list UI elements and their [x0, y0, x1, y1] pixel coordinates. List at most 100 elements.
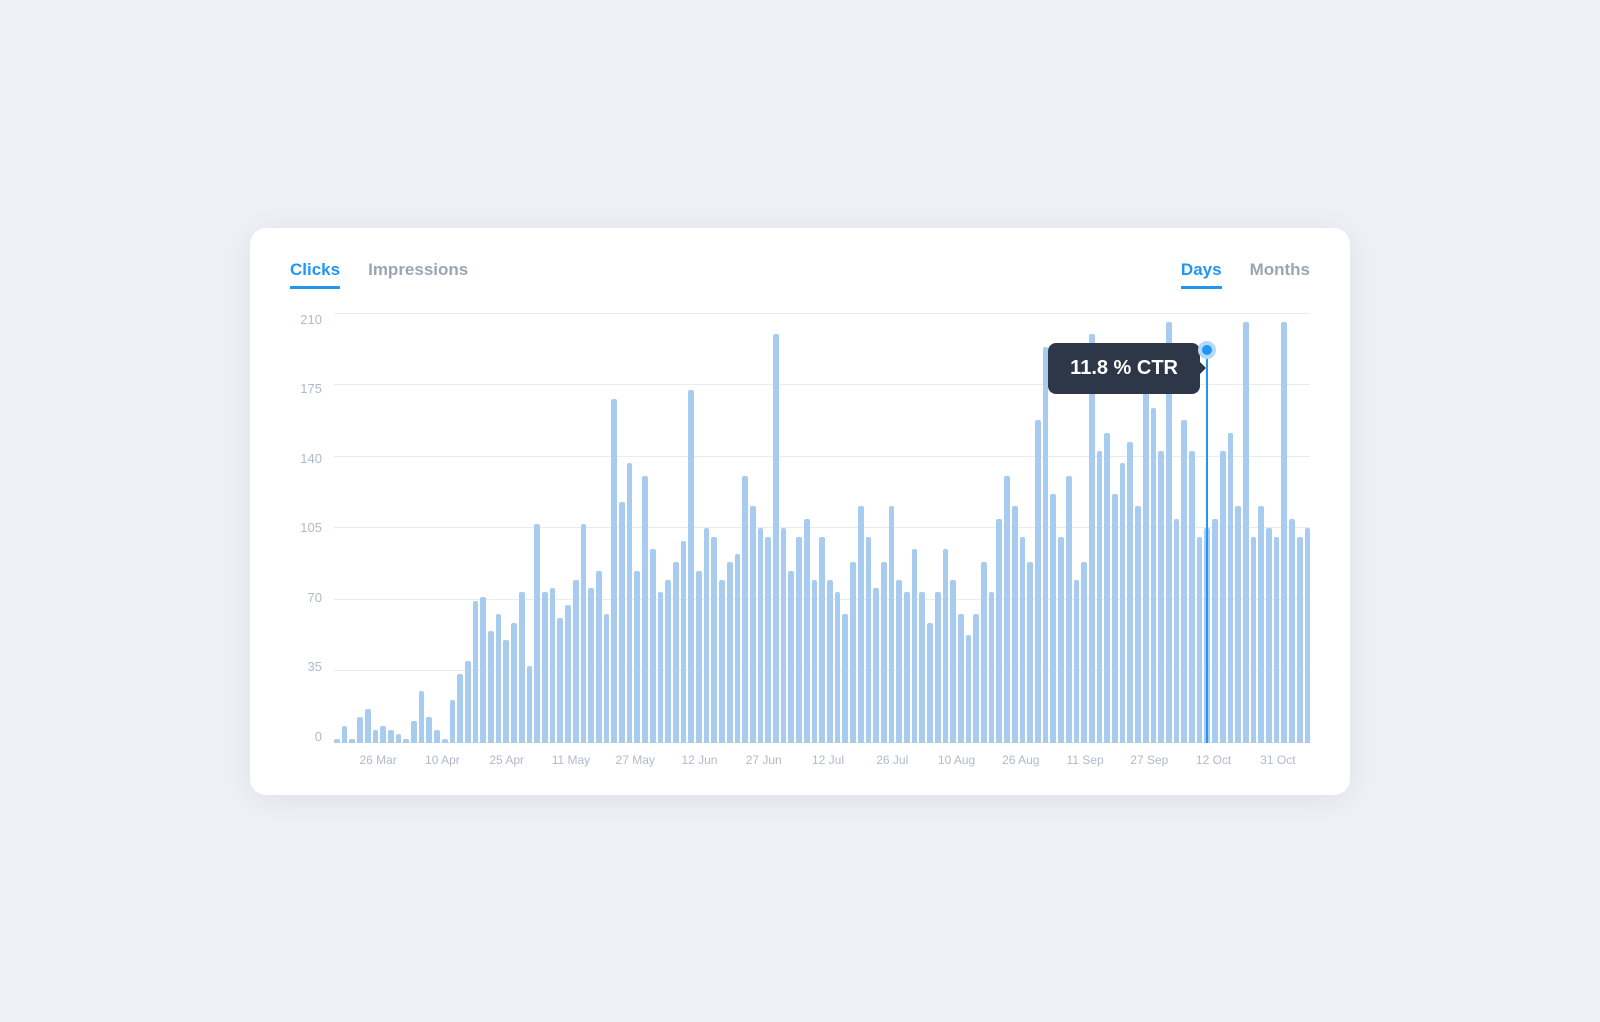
bar[interactable] — [396, 734, 402, 743]
bar[interactable] — [357, 717, 363, 743]
bar[interactable] — [681, 541, 687, 743]
tab-months[interactable]: Months — [1250, 260, 1310, 289]
bar[interactable] — [1004, 476, 1010, 743]
bar[interactable] — [627, 463, 633, 743]
bar[interactable] — [688, 390, 694, 743]
bar[interactable] — [842, 614, 848, 743]
bar[interactable] — [488, 631, 494, 743]
bar[interactable] — [804, 519, 810, 743]
bar[interactable] — [1104, 433, 1110, 743]
bar[interactable] — [727, 562, 733, 743]
bar[interactable] — [950, 580, 956, 743]
bar[interactable] — [704, 528, 710, 743]
bar[interactable] — [1289, 519, 1295, 743]
tab-impressions[interactable]: Impressions — [368, 260, 468, 289]
bar[interactable] — [1127, 442, 1133, 743]
bar[interactable] — [881, 562, 887, 743]
bar[interactable] — [850, 562, 856, 743]
bar[interactable] — [1027, 562, 1033, 743]
bar[interactable] — [1274, 537, 1280, 743]
bar[interactable] — [565, 605, 571, 743]
bar[interactable] — [342, 726, 348, 743]
bar[interactable] — [912, 549, 918, 743]
bar[interactable] — [1097, 451, 1103, 743]
bar[interactable] — [496, 614, 502, 743]
bar[interactable] — [573, 580, 579, 743]
bar[interactable] — [958, 614, 964, 743]
bar[interactable] — [611, 399, 617, 743]
bar[interactable] — [665, 580, 671, 743]
bar[interactable] — [426, 717, 432, 743]
bar[interactable] — [1189, 451, 1195, 743]
bar[interactable] — [966, 635, 972, 743]
bar[interactable] — [519, 592, 525, 743]
bar[interactable] — [866, 537, 872, 743]
bar[interactable] — [473, 601, 479, 743]
bar[interactable] — [1020, 537, 1026, 743]
bar[interactable] — [527, 666, 533, 743]
bar[interactable] — [1112, 494, 1118, 743]
bar[interactable] — [927, 623, 933, 743]
bar[interactable] — [642, 476, 648, 743]
bar[interactable] — [534, 524, 540, 743]
bar[interactable] — [896, 580, 902, 743]
bar[interactable] — [1297, 537, 1303, 743]
bar[interactable] — [873, 588, 879, 743]
bar[interactable] — [758, 528, 764, 743]
bar[interactable] — [419, 691, 425, 743]
bar[interactable] — [673, 562, 679, 743]
bar[interactable] — [1151, 408, 1157, 743]
bar[interactable] — [996, 519, 1002, 743]
bar[interactable] — [812, 580, 818, 743]
bar[interactable] — [735, 554, 741, 743]
bar[interactable] — [411, 721, 417, 743]
bar[interactable] — [1066, 476, 1072, 743]
bar[interactable] — [457, 674, 463, 743]
bar[interactable] — [750, 506, 756, 743]
bar[interactable] — [380, 726, 386, 743]
bar[interactable] — [588, 588, 594, 743]
bar[interactable] — [1251, 537, 1257, 743]
bar[interactable] — [1197, 537, 1203, 743]
bar[interactable] — [1243, 322, 1249, 743]
bar[interactable] — [696, 571, 702, 743]
bar[interactable] — [889, 506, 895, 743]
tab-clicks[interactable]: Clicks — [290, 260, 340, 289]
bar[interactable] — [827, 580, 833, 743]
bar[interactable] — [765, 537, 771, 743]
bar[interactable] — [1120, 463, 1126, 743]
bar[interactable] — [742, 476, 748, 743]
bar[interactable] — [1058, 537, 1064, 743]
bar[interactable] — [403, 739, 409, 743]
bar[interactable] — [904, 592, 910, 743]
bar[interactable] — [388, 730, 394, 743]
bar[interactable] — [1212, 519, 1218, 743]
bar[interactable] — [773, 334, 779, 743]
bar[interactable] — [1081, 562, 1087, 743]
bar[interactable] — [1050, 494, 1056, 743]
bar[interactable] — [1135, 506, 1141, 743]
bar[interactable] — [365, 709, 371, 743]
tab-days[interactable]: Days — [1181, 260, 1222, 289]
bar[interactable] — [1166, 322, 1172, 743]
bar[interactable] — [511, 623, 517, 743]
bar[interactable] — [935, 592, 941, 743]
bar[interactable] — [711, 537, 717, 743]
bar[interactable] — [796, 537, 802, 743]
bar[interactable] — [442, 739, 448, 743]
bar[interactable] — [1043, 347, 1049, 743]
bar[interactable] — [1181, 420, 1187, 743]
bar[interactable] — [550, 588, 556, 743]
bar[interactable] — [858, 506, 864, 743]
bar[interactable] — [542, 592, 548, 743]
bar[interactable] — [503, 640, 509, 743]
bar[interactable] — [1228, 433, 1234, 743]
bar[interactable] — [973, 614, 979, 743]
bar[interactable] — [1258, 506, 1264, 743]
bar[interactable] — [1143, 390, 1149, 743]
bar[interactable] — [835, 592, 841, 743]
bar[interactable] — [1220, 451, 1226, 743]
bar[interactable] — [480, 597, 486, 743]
bar[interactable] — [1305, 528, 1311, 743]
bar[interactable] — [434, 730, 440, 743]
